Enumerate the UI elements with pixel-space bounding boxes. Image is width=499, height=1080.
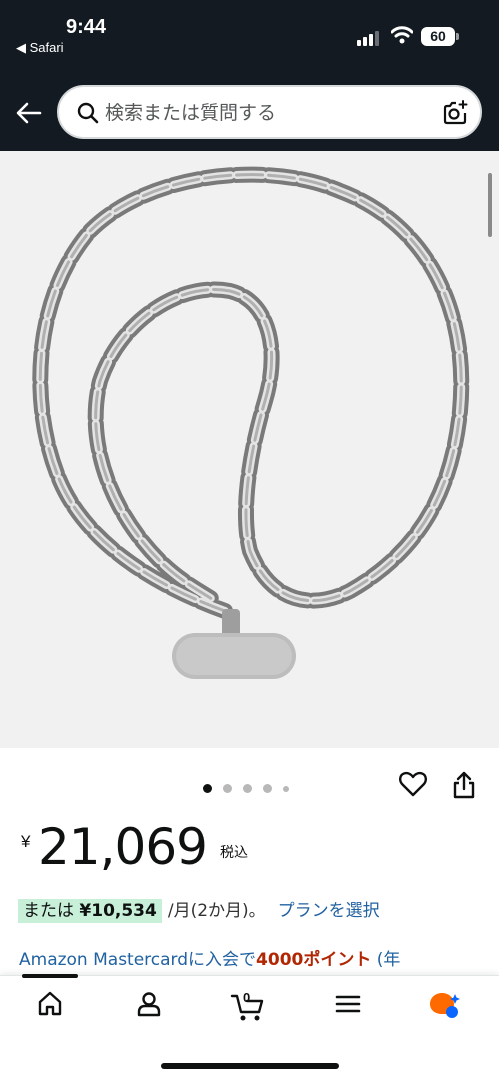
back-to-app-link[interactable]: ◀ Safari [16, 40, 64, 56]
back-arrow-icon[interactable] [14, 98, 44, 128]
pagination-dot[interactable] [223, 784, 232, 794]
pagination-dot[interactable] [283, 785, 289, 792]
card-promo-link[interactable]: Amazon Mastercardに入会で4000ポイント (年 [19, 945, 400, 970]
home-icon[interactable] [36, 990, 64, 1018]
account-icon[interactable] [135, 990, 163, 1018]
rufus-assistant-icon[interactable] [428, 990, 462, 1020]
pagination-dot[interactable] [243, 784, 252, 794]
battery-cap [456, 33, 459, 40]
select-plan-link[interactable]: プランを選択 [278, 901, 380, 921]
pagination-dot-active[interactable] [203, 784, 212, 794]
installment-or-label: または [23, 901, 74, 921]
gallery-scrollbar[interactable] [488, 173, 492, 237]
app-header: 9:44 ◀ Safari 60 [0, 0, 499, 151]
menu-icon[interactable] [334, 990, 362, 1018]
product-image-gallery[interactable] [0, 151, 499, 748]
camera-search-icon[interactable] [441, 99, 469, 127]
installment-period: /月(2か月)。 [167, 901, 266, 921]
installment-badge: または ¥10,534 [18, 899, 162, 923]
card-promo-points: 4000ポイント [256, 950, 372, 970]
nav-active-indicator [22, 974, 78, 978]
pagination-dot[interactable] [263, 784, 272, 794]
status-time: 9:44 [66, 16, 107, 38]
search-icon [77, 102, 99, 124]
home-indicator [161, 1063, 339, 1069]
cart-count-badge: 0 [243, 990, 251, 1005]
card-promo-rest: (年 [371, 950, 401, 970]
price-currency-symbol: ¥ [21, 832, 31, 851]
tax-label: 税込 [220, 845, 248, 861]
installment-amount: ¥10,534 [79, 901, 157, 921]
wishlist-heart-icon[interactable] [399, 771, 427, 797]
card-promo-text: Amazon Mastercardに入会で [19, 950, 257, 970]
price-amount: 21,069 [38, 818, 208, 876]
installment-offer: または ¥10,534/月(2か月)。 プランを選択 [18, 896, 380, 923]
battery-icon: 60 [421, 27, 455, 46]
search-bar[interactable] [57, 85, 482, 139]
wifi-icon [391, 26, 413, 44]
product-image [32, 166, 470, 679]
image-pagination-dots[interactable] [203, 780, 300, 794]
share-icon[interactable] [451, 770, 477, 800]
cellular-signal-icon [357, 30, 381, 46]
search-input[interactable] [105, 95, 425, 131]
